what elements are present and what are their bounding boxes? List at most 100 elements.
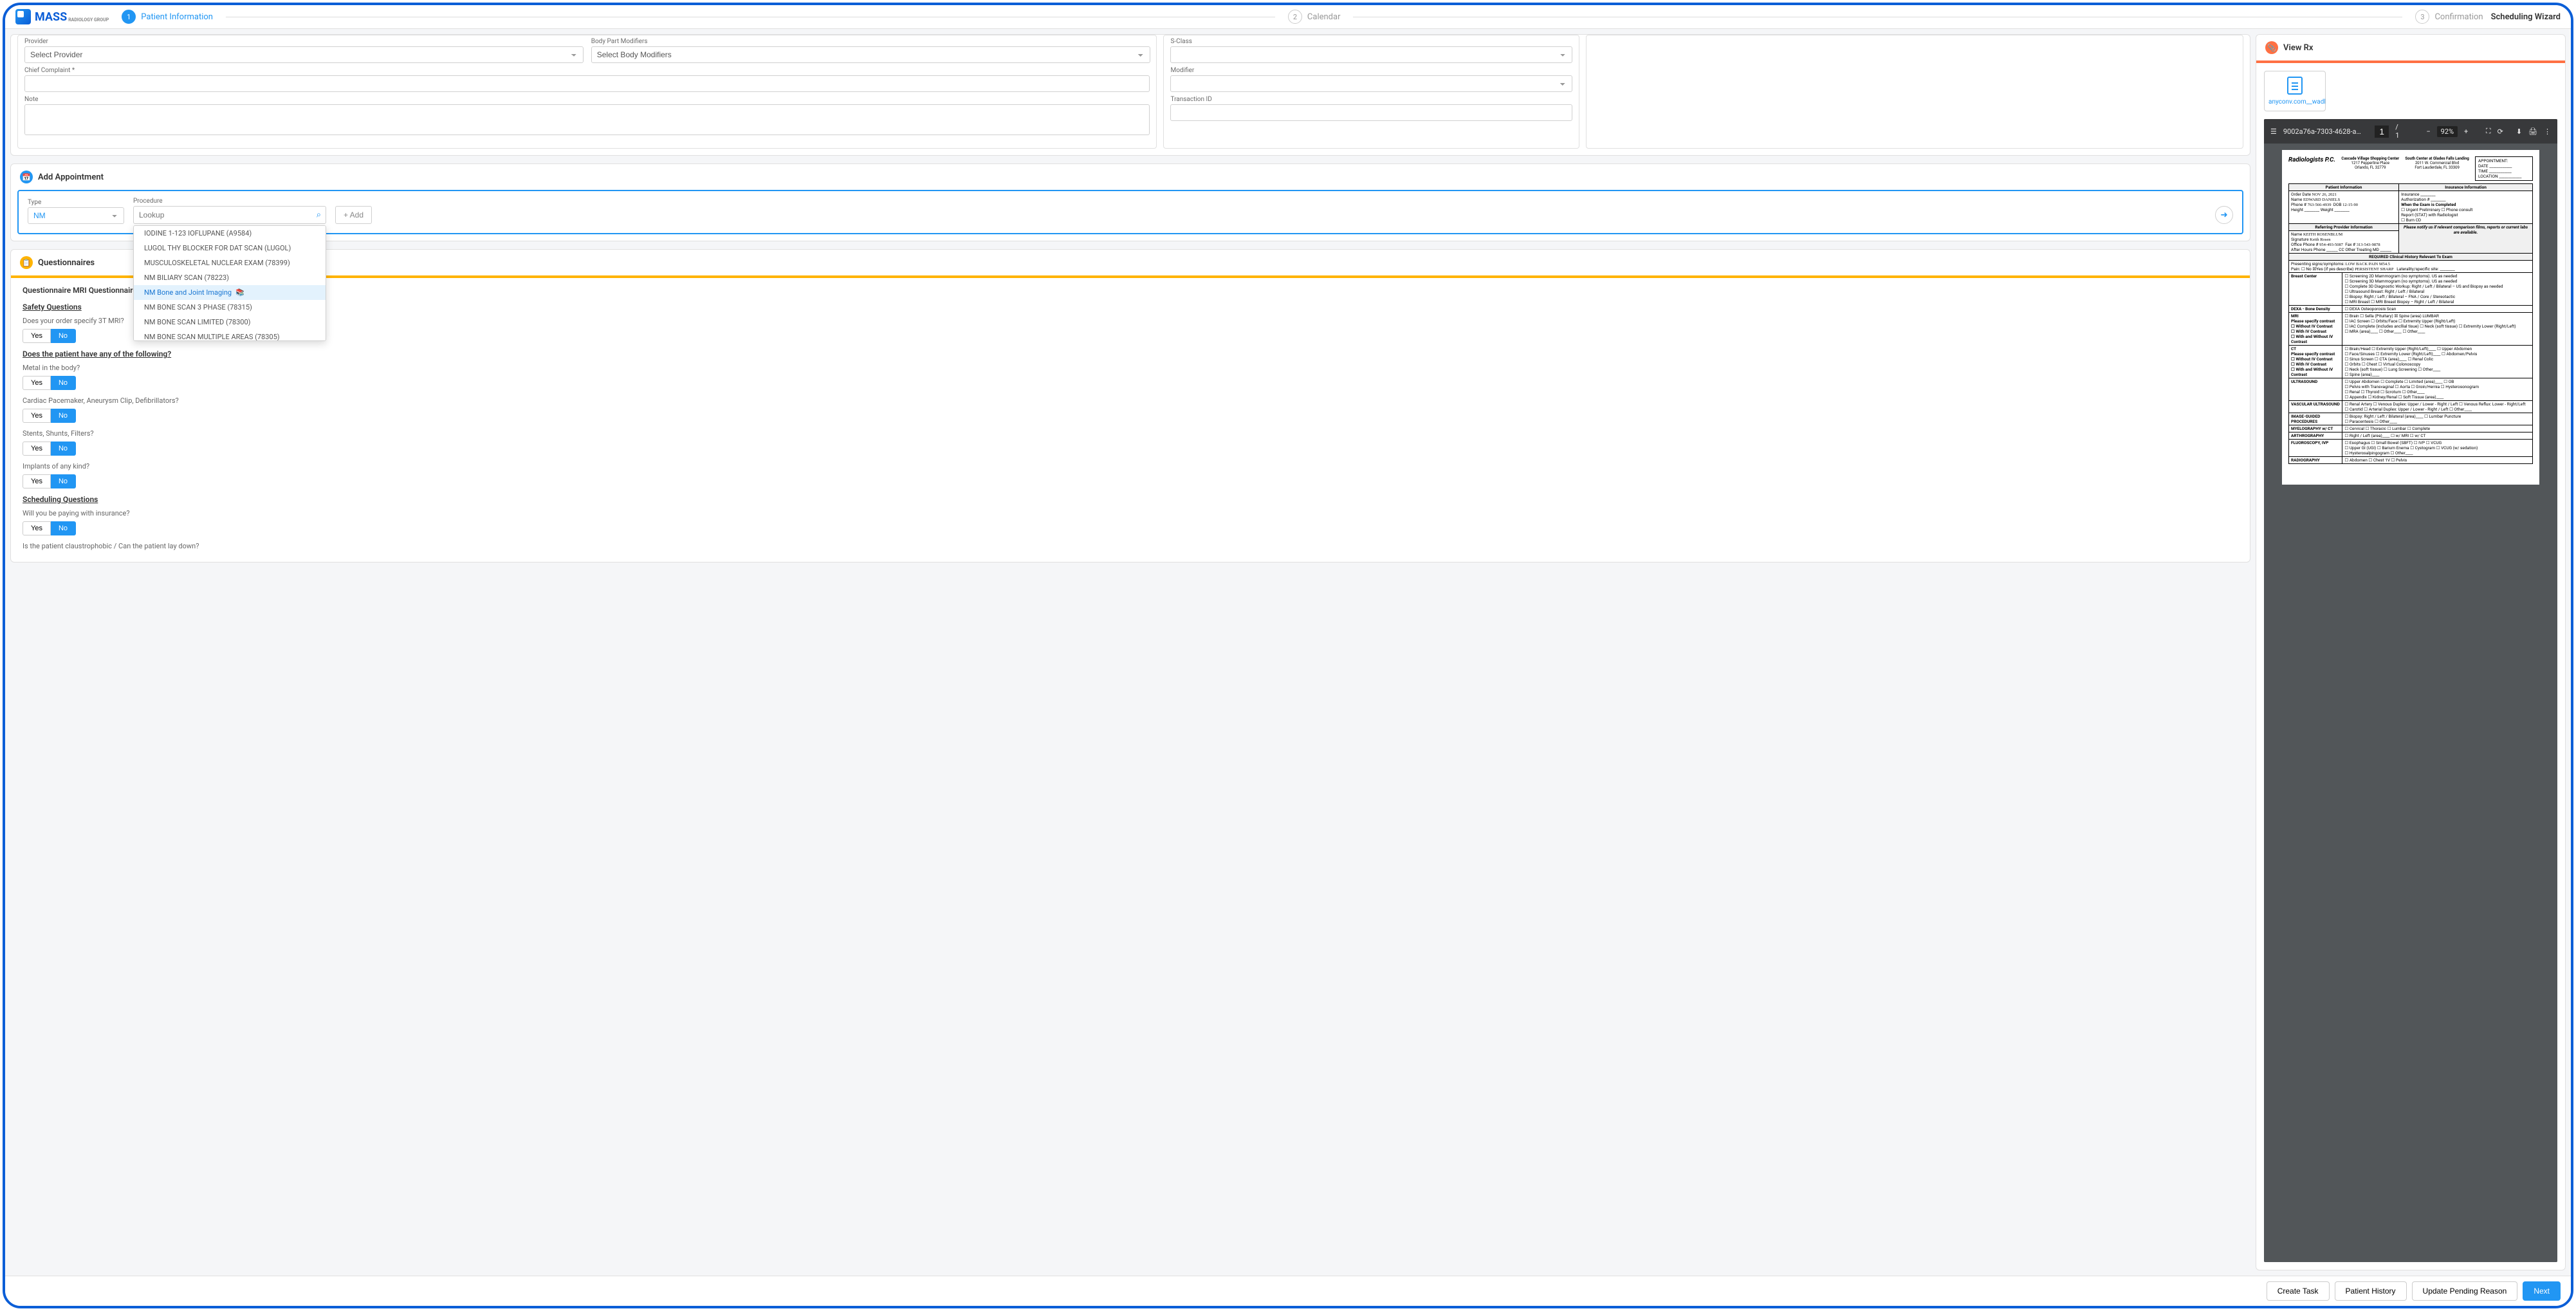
step-calendar[interactable]: 2 Calendar [1288, 10, 1341, 24]
yes-button[interactable]: Yes [23, 474, 51, 488]
question-item: Does your order specify 3T MRI? YesNo [23, 317, 2238, 343]
procedure-option[interactable]: LUGOL THY BLOCKER FOR DAT SCAN (LUGOL) [134, 241, 326, 256]
question-item: Cardiac Pacemaker, Aneurysm Clip, Defibr… [23, 396, 2238, 423]
view-rx-title: View Rx [2283, 43, 2313, 53]
add-button[interactable]: + Add [335, 206, 372, 224]
patient-history-button[interactable]: Patient History [2335, 1281, 2407, 1301]
more-icon[interactable]: ⋮ [2544, 127, 2551, 136]
logo: MASS RADIOLOGY GROUP [15, 9, 109, 24]
pdf-viewer: ☰ 9002a76a-7303-4628-ad... / 1 − 92% + ⛶… [2264, 119, 2557, 1262]
sclass-label: S-Class [1170, 38, 1572, 45]
group-icon: 📚 [235, 288, 244, 297]
sclass-select[interactable] [1170, 46, 1572, 63]
zoom-level: 92% [2437, 126, 2458, 137]
no-button[interactable]: No [51, 474, 76, 488]
clipboard-icon: 📋 [20, 256, 33, 269]
yes-button[interactable]: Yes [23, 521, 51, 535]
note-textarea[interactable] [24, 104, 1150, 135]
logo-icon [15, 9, 31, 24]
logo-text: MASS [35, 10, 67, 24]
question-item: Will you be paying with insurance? YesNo [23, 509, 2238, 535]
type-label: Type [28, 199, 124, 206]
question-item: Metal in the body? YesNo [23, 364, 2238, 390]
body-modifiers-label: Body Part Modifiers [591, 38, 1150, 45]
truncated-question: Is the patient claustrophobic / Can the … [23, 542, 2238, 550]
next-button[interactable]: Next [2523, 1281, 2561, 1301]
transaction-input[interactable] [1170, 104, 1572, 121]
question-text: Implants of any kind? [23, 462, 2238, 470]
questionnaire-title: Questionnaires [38, 258, 95, 268]
question-item: Implants of any kind? YesNo [23, 462, 2238, 488]
pdf-toolbar: ☰ 9002a76a-7303-4628-ad... / 1 − 92% + ⛶… [2264, 119, 2557, 144]
rx-thumbnail[interactable]: anyconv.com__wadl [2264, 71, 2326, 111]
fit-icon[interactable]: ⛶ [2486, 127, 2491, 136]
header: MASS RADIOLOGY GROUP 1 Patient Informati… [5, 5, 2571, 29]
wizard-steps: 1 Patient Information 2 Calendar 3 Confi… [122, 10, 2483, 24]
no-button[interactable]: No [51, 409, 76, 423]
no-button[interactable]: No [51, 521, 76, 535]
no-button[interactable]: No [51, 442, 76, 456]
modifier-label: Modifier [1170, 67, 1572, 74]
question-text: Will you be paying with insurance? [23, 509, 2238, 517]
following-title: Does the patient have any of the followi… [23, 349, 2238, 358]
update-pending-button[interactable]: Update Pending Reason [2412, 1281, 2518, 1301]
next-arrow-button[interactable]: ➜ [2215, 206, 2233, 224]
create-task-button[interactable]: Create Task [2267, 1281, 2330, 1301]
modifier-select[interactable] [1170, 75, 1572, 92]
page-title: Scheduling Wizard [2491, 12, 2561, 22]
provider-select[interactable]: Select Provider [24, 46, 584, 63]
body-modifiers-select[interactable]: Select Body Modifiers [591, 46, 1150, 63]
footer: Create Task Patient History Update Pendi… [5, 1276, 2571, 1306]
complaint-input[interactable] [24, 75, 1150, 92]
questionnaire-heading: Questionnaire MRI Questionnaire [23, 286, 2238, 295]
question-text: Does your order specify 3T MRI? [23, 317, 2238, 325]
yes-button[interactable]: Yes [23, 409, 51, 423]
attachment-icon: 📎 [2265, 41, 2278, 54]
procedure-option[interactable]: IODINE 1-123 IOFLUPANE (A9584) [134, 226, 326, 241]
procedure-option[interactable]: MUSCULOSKELETAL NUCLEAR EXAM (78399) [134, 256, 326, 270]
step-patient-info[interactable]: 1 Patient Information [122, 10, 213, 24]
provider-label: Provider [24, 38, 584, 45]
transaction-label: Transaction ID [1170, 96, 1572, 103]
menu-icon[interactable]: ☰ [2270, 127, 2277, 136]
rotate-icon[interactable]: ⟳ [2498, 127, 2503, 136]
procedure-option[interactable]: NM BONE SCAN 3 PHASE (78315) [134, 300, 326, 315]
procedure-option[interactable]: NM BONE SCAN MULTIPLE AREAS (78305) [134, 330, 326, 341]
question-text: Metal in the body? [23, 364, 2238, 372]
safety-questions-title: Safety Questions [23, 302, 2238, 311]
procedure-dropdown[interactable]: IODINE 1-123 IOFLUPANE (A9584)LUGOL THY … [133, 225, 326, 341]
add-appointment-card: 📅 Add Appointment Type NM Procedure ⌕ IO… [10, 163, 2250, 241]
download-icon[interactable]: ⬇ [2516, 127, 2522, 136]
pdf-page-input[interactable] [2375, 126, 2389, 138]
logo-subtext: RADIOLOGY GROUP [68, 17, 109, 23]
zoom-out-icon[interactable]: − [2426, 127, 2430, 136]
pdf-filename: 9002a76a-7303-4628-ad... [2283, 127, 2362, 136]
top-form-card: Provider Select Provider Body Part Modif… [10, 34, 2250, 156]
procedure-option[interactable]: NM Bone and Joint Imaging📚 [134, 285, 326, 300]
yes-button[interactable]: Yes [23, 329, 51, 343]
yes-button[interactable]: Yes [23, 442, 51, 456]
procedure-lookup-input[interactable] [133, 206, 326, 224]
type-select[interactable]: NM [28, 207, 124, 224]
search-icon: ⌕ [317, 210, 321, 220]
print-icon[interactable]: 🖨 [2528, 127, 2537, 136]
question-text: Stents, Shunts, Filters? [23, 429, 2238, 438]
pdf-canvas[interactable]: Radiologists P.C. Cascade Village Shoppi… [2264, 144, 2557, 1262]
zoom-in-icon[interactable]: + [2464, 127, 2468, 136]
scheduling-title: Scheduling Questions [23, 495, 2238, 504]
calendar-icon: 📅 [20, 171, 33, 183]
question-text: Cardiac Pacemaker, Aneurysm Clip, Defibr… [23, 396, 2238, 405]
no-button[interactable]: No [51, 376, 76, 390]
step-confirmation[interactable]: 3 Confirmation [2415, 10, 2483, 24]
note-label: Note [24, 96, 1150, 103]
procedure-option[interactable]: NM BONE SCAN LIMITED (78300) [134, 315, 326, 330]
yes-button[interactable]: Yes [23, 376, 51, 390]
add-appointment-title: Add Appointment [38, 172, 104, 182]
document-icon [2287, 77, 2303, 95]
pdf-page: Radiologists P.C. Cascade Village Shoppi… [2282, 150, 2539, 485]
complaint-label: Chief Complaint * [24, 67, 1150, 74]
questionnaire-card: 📋 Questionnaires Questionnaire MRI Quest… [10, 249, 2250, 563]
procedure-option[interactable]: NM BILIARY SCAN (78223) [134, 270, 326, 285]
procedure-label: Procedure [133, 198, 326, 205]
no-button[interactable]: No [51, 329, 76, 343]
